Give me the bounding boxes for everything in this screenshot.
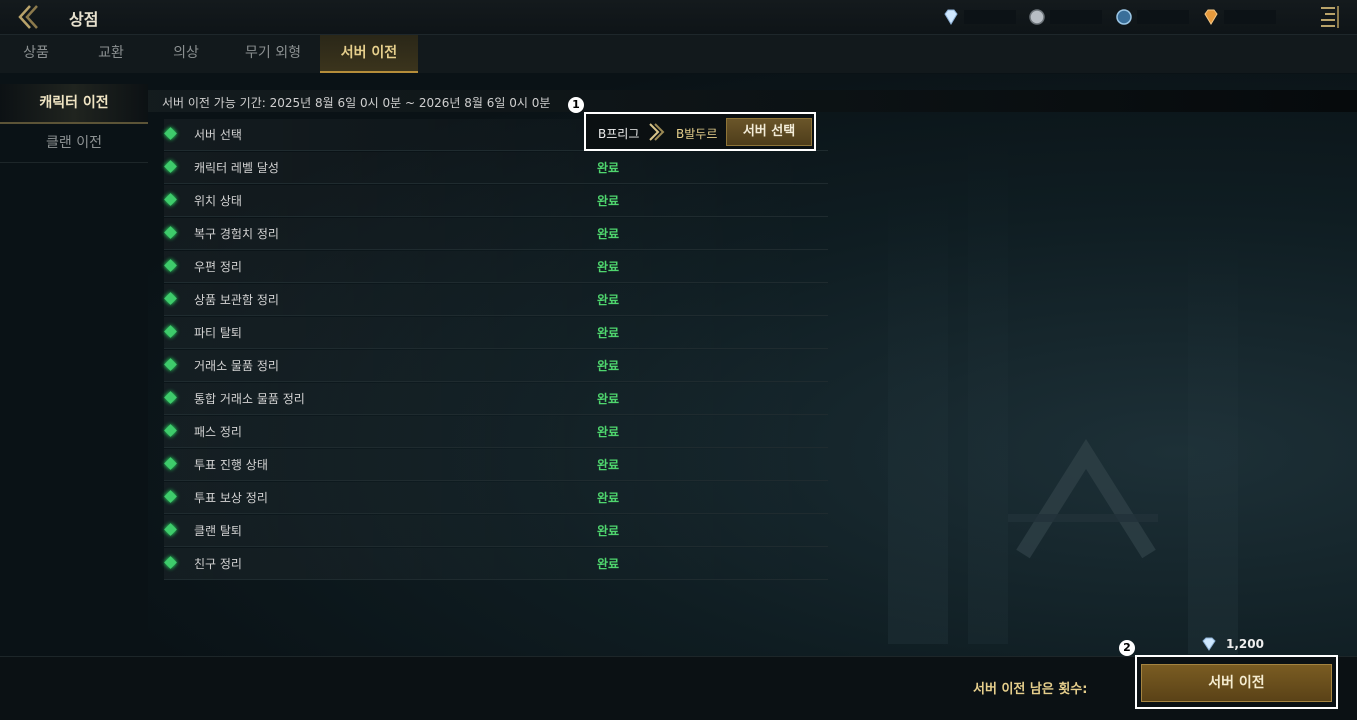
status-diamond-icon	[164, 193, 177, 206]
requirement-row: 상품 보관함 정리 완료	[164, 284, 828, 316]
silver-coin-icon	[1029, 9, 1045, 25]
server-transfer-box: 서버 이전	[1135, 655, 1338, 709]
requirement-label: 우편 정리	[194, 260, 242, 274]
requirement-label: 거래소 물품 정리	[194, 359, 279, 373]
requirement-label: 위치 상태	[194, 194, 242, 208]
tab-server-transfer[interactable]: 서버 이전	[320, 35, 418, 73]
status-diamond-icon	[164, 325, 177, 338]
transfer-period: 서버 이전 가능 기간: 2025년 8월 6일 0시 0분 ~ 2026년 8…	[162, 96, 551, 110]
status-diamond-icon	[164, 226, 177, 239]
currency-silver	[1028, 8, 1102, 26]
requirement-row: 거래소 물품 정리 완료	[164, 350, 828, 382]
requirement-status: 완료	[597, 293, 620, 307]
transfer-cost: 1,200	[1200, 637, 1264, 651]
requirement-label: 투표 보상 정리	[194, 491, 268, 505]
requirement-label: 상품 보관함 정리	[194, 293, 279, 307]
diamond-icon	[1202, 637, 1216, 651]
requirement-status: 완료	[597, 491, 620, 505]
requirement-label: 서버 선택	[194, 128, 242, 142]
requirement-status: 완료	[597, 458, 620, 472]
currency-blue	[1115, 8, 1189, 26]
cost-value: 1,200	[1226, 637, 1264, 651]
requirement-row: 우편 정리 완료	[164, 251, 828, 283]
status-diamond-icon	[164, 259, 177, 272]
requirement-row: 클랜 탈퇴 완료	[164, 515, 828, 547]
status-diamond-icon	[164, 523, 177, 536]
currency-orange	[1202, 8, 1276, 26]
annotation-marker-1: 1	[568, 97, 584, 113]
tab-exchange[interactable]: 교환	[85, 35, 137, 71]
requirement-status: 완료	[597, 227, 620, 241]
requirement-status: 완료	[597, 326, 620, 340]
remaining-transfers-label: 서버 이전 남은 횟수:	[973, 682, 1088, 697]
requirement-status: 완료	[597, 260, 620, 274]
requirement-label: 복구 경험치 정리	[194, 227, 279, 241]
status-diamond-icon	[164, 490, 177, 503]
server-transfer-button[interactable]: 서버 이전	[1141, 664, 1332, 702]
status-diamond-icon	[164, 424, 177, 437]
page-title: 상점	[69, 10, 99, 29]
sub-nav: 캐릭터 이전 클랜 이전	[0, 84, 148, 163]
requirement-status: 완료	[597, 524, 620, 538]
status-diamond-icon	[164, 292, 177, 305]
requirement-label: 파티 탈퇴	[194, 326, 242, 340]
tab-products[interactable]: 상품	[10, 35, 62, 71]
requirement-status: 완료	[597, 392, 620, 406]
status-diamond-icon	[164, 127, 177, 140]
requirement-label: 캐릭터 레벨 달성	[194, 161, 279, 175]
status-diamond-icon	[164, 457, 177, 470]
requirement-row: 파티 탈퇴 완료	[164, 317, 828, 349]
status-diamond-icon	[164, 391, 177, 404]
source-server: B프리그	[598, 127, 640, 141]
tab-weapon-appearance[interactable]: 무기 외형	[232, 35, 314, 71]
requirement-status: 완료	[597, 194, 620, 208]
status-diamond-icon	[164, 556, 177, 569]
server-select-box: B프리그 B발두르 서버 선택	[584, 112, 816, 151]
server-select-button[interactable]: 서버 선택	[726, 118, 812, 146]
main-panel: 서버 이전 가능 기간: 2025년 8월 6일 0시 0분 ~ 2026년 8…	[148, 74, 1357, 656]
status-diamond-icon	[164, 358, 177, 371]
subnav-clan-transfer[interactable]: 클랜 이전	[0, 124, 148, 163]
requirement-row: 패스 정리 완료	[164, 416, 828, 448]
requirement-row: 통합 거래소 물품 정리 완료	[164, 383, 828, 415]
requirement-label: 투표 진행 상태	[194, 458, 268, 472]
blue-coin-icon	[1116, 9, 1132, 25]
diamond-icon	[944, 9, 958, 25]
annotation-marker-2: 2	[1119, 640, 1135, 656]
back-icon[interactable]	[14, 3, 44, 31]
tab-bar: 상품 교환 의상 무기 외형 서버 이전	[0, 35, 1357, 73]
orange-gem-icon	[1204, 9, 1218, 25]
requirement-row: 친구 정리 완료	[164, 548, 828, 580]
requirement-status: 완료	[597, 359, 620, 373]
subnav-character-transfer[interactable]: 캐릭터 이전	[0, 84, 148, 124]
requirement-row: 위치 상태 완료	[164, 185, 828, 217]
double-chevron-right-icon	[649, 123, 665, 141]
requirement-label: 클랜 탈퇴	[194, 524, 242, 538]
target-server: B발두르	[676, 127, 718, 141]
tab-costume[interactable]: 의상	[160, 35, 212, 71]
currency-diamond	[942, 8, 1016, 26]
requirement-label: 친구 정리	[194, 557, 242, 571]
requirement-status: 완료	[597, 161, 620, 175]
menu-icon[interactable]	[1315, 3, 1343, 31]
requirement-status: 완료	[597, 557, 620, 571]
requirement-status: 완료	[597, 425, 620, 439]
top-bar: 상점	[0, 0, 1357, 35]
requirement-label: 패스 정리	[194, 425, 242, 439]
requirement-label: 통합 거래소 물품 정리	[194, 392, 305, 406]
requirement-row: 복구 경험치 정리 완료	[164, 218, 828, 250]
requirement-row: 투표 보상 정리 완료	[164, 482, 828, 514]
requirement-row: 캐릭터 레벨 달성 완료	[164, 152, 828, 184]
status-diamond-icon	[164, 160, 177, 173]
requirement-row: 투표 진행 상태 완료	[164, 449, 828, 481]
